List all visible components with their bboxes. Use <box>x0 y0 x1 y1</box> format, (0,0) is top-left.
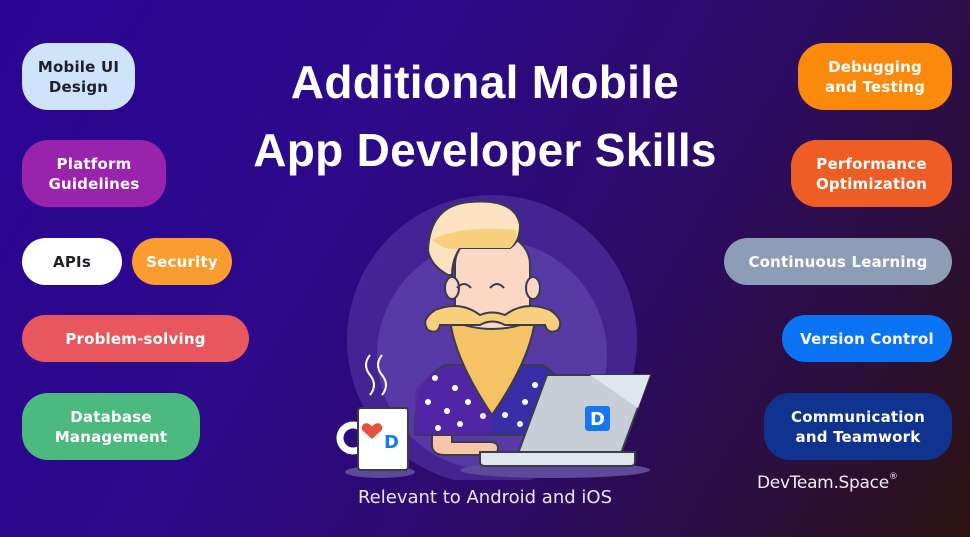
skill-label: Design <box>48 77 109 96</box>
skill-label: APIs <box>53 252 91 271</box>
skill-mobile-ui-design[interactable]: Mobile UI Design <box>22 43 135 110</box>
skill-apis[interactable]: APIs <box>22 238 122 285</box>
skill-problem-solving[interactable]: Problem-solving <box>22 315 249 362</box>
title-line-1: Additional Mobile <box>290 56 680 108</box>
skill-security[interactable]: Security <box>132 238 232 285</box>
skill-continuous-learning[interactable]: Continuous Learning <box>724 238 952 285</box>
mug-logo: D <box>384 432 399 453</box>
skill-label: Database <box>70 407 152 426</box>
skill-label: Problem-solving <box>65 329 206 348</box>
skill-label: Continuous Learning <box>748 252 928 271</box>
registered-mark: ® <box>888 472 898 483</box>
coffee-mug: D <box>336 407 409 471</box>
skill-label: and Teamwork <box>795 427 921 446</box>
skill-label: and Testing <box>824 77 926 96</box>
skill-label: Performance <box>816 154 927 173</box>
skill-label: Mobile UI <box>37 57 120 76</box>
skill-label: Version Control <box>800 329 934 348</box>
skill-label: Guidelines <box>48 174 140 193</box>
laptop-logo: D <box>590 409 605 430</box>
skill-communication-teamwork[interactable]: Communication and Teamwork <box>764 393 952 460</box>
developer-illustration: D D <box>336 195 652 480</box>
skill-label: Optimization <box>815 174 928 193</box>
skill-version-control[interactable]: Version Control <box>782 315 952 362</box>
skill-label: Management <box>54 427 168 446</box>
skill-debugging-testing[interactable]: Debugging and Testing <box>798 43 952 110</box>
subtitle: Relevant to Android and iOS <box>357 487 612 508</box>
skill-database-management[interactable]: Database Management <box>22 393 200 460</box>
skill-label: Platform <box>56 154 132 173</box>
skill-label: Communication <box>791 407 925 426</box>
skill-label: Security <box>146 252 218 271</box>
skill-performance-optimization[interactable]: Performance Optimization <box>791 140 952 207</box>
skill-label: Debugging <box>828 57 922 76</box>
page-title: Additional Mobile App Developer Skills <box>200 48 770 184</box>
skill-platform-guidelines[interactable]: Platform Guidelines <box>22 140 166 207</box>
brand-logo[interactable]: DevTeam.Space® <box>757 472 898 493</box>
title-line-2: App Developer Skills <box>253 124 717 176</box>
brand-name: DevTeam.Space <box>757 473 889 493</box>
